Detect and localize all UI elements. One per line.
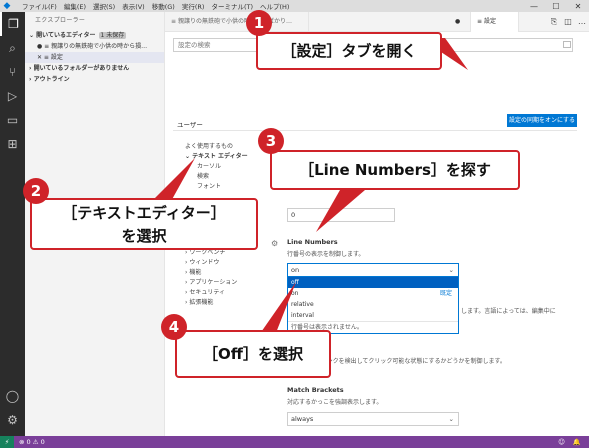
search-icon[interactable]: ⌕ (0, 36, 25, 60)
open-settings-json-icon[interactable]: ⎘ (547, 17, 561, 27)
account-icon[interactable]: ◯ (0, 384, 25, 408)
menu-terminal[interactable]: ターミナル(T) (211, 1, 253, 11)
open-editor-file1[interactable]: ● ≡ 親譲りの無鉄砲で小供の時から損… (25, 41, 164, 52)
chevron-down-icon: ⌄ (448, 415, 454, 423)
toc-item[interactable]: › 拡張機能 (185, 298, 248, 308)
close-button[interactable]: ✕ (567, 2, 589, 11)
setting-gear-icon[interactable]: ⚙ (271, 239, 278, 248)
outline-section[interactable]: › アウトライン (25, 74, 164, 85)
toc-item[interactable]: › アプリケーション (185, 278, 248, 288)
editor-tabs: ≡ 親譲りの無鉄砲で小供の時から損ばかり… ● ≡ 設定 ⎘ ◫ … (165, 11, 589, 32)
remote-explorer-icon[interactable]: ▭ (0, 108, 25, 132)
problems-count[interactable]: ⊗ 0 ⚠ 0 (14, 438, 45, 446)
run-debug-icon[interactable]: ▷ (0, 84, 25, 108)
split-editor-icon[interactable]: ◫ (561, 17, 575, 27)
tab-text-file[interactable]: ≡ 親譲りの無鉄砲で小供の時から損ばかり… (165, 11, 309, 32)
divider (173, 130, 577, 131)
line-numbers-description: 行番号の表示を制御します。 (287, 251, 365, 258)
annotation-number-2: 2 (23, 178, 49, 204)
vscode-logo-icon: ◆ (3, 1, 11, 11)
source-control-icon[interactable]: ⑂ (0, 60, 25, 84)
line-numbers-select[interactable]: on ⌄ (287, 263, 459, 277)
line-numbers-label: Line Numbers (287, 238, 338, 246)
toc-item[interactable]: 検索 (185, 172, 248, 182)
feedback-icon[interactable]: ☺ (558, 438, 565, 446)
annotation-number-1: 1 (246, 10, 272, 36)
sidebar-title: エクスプローラー (35, 17, 86, 24)
status-bar: ⚡ ⊗ 0 ⚠ 0 ☺ 🔔 (0, 436, 589, 448)
annotation-number-3: 3 (258, 128, 284, 154)
remote-indicator-icon[interactable]: ⚡ (0, 436, 14, 448)
menu-file[interactable]: ファイル(F) (22, 1, 57, 11)
line-numbers-dropdown-list: off on 既定 relative interval 行番号は表示されません。 (287, 276, 459, 334)
toc-item[interactable]: よく使用するもの (185, 142, 248, 152)
option-off[interactable]: off (288, 277, 458, 288)
option-on[interactable]: on (288, 288, 458, 299)
tab-settings[interactable]: ≡ 設定 (471, 11, 519, 32)
option-interval[interactable]: interval (288, 310, 458, 321)
more-actions-icon[interactable]: … (575, 17, 589, 27)
menu-go[interactable]: 移動(G) (152, 1, 175, 11)
match-brackets-select[interactable]: always ⌄ (287, 412, 459, 426)
toc-item[interactable]: カーソル (185, 162, 248, 172)
toc-item[interactable]: › ウィンドウ (185, 258, 248, 268)
menu-edit[interactable]: 編集(E) (64, 1, 86, 11)
chevron-down-icon: ⌄ (448, 266, 454, 274)
toc-item[interactable]: › 機能 (185, 268, 248, 278)
minimize-button[interactable]: — (523, 2, 545, 11)
number-setting-input[interactable]: 0 (287, 208, 395, 222)
annotation-select-text-editor: ［テキストエディター］ を選択 (30, 198, 258, 250)
annotation-select-off: ［Off］を選択 (175, 330, 331, 378)
setting-description-partial: します。言語によっては、編集中に (461, 308, 556, 315)
manage-gear-icon[interactable]: ⚙ (0, 408, 25, 432)
annotation-find-line-numbers: ［Line Numbers］を探す (270, 150, 520, 190)
toc-item[interactable]: › セキュリティ (185, 288, 248, 298)
menu-selection[interactable]: 選択(S) (93, 1, 115, 11)
clear-filter-icon[interactable] (563, 41, 571, 48)
activity-bar: ❐ ⌕ ⑂ ▷ ▭ ⊞ ◯ ⚙ (0, 12, 25, 436)
match-brackets-label: Match Brackets (287, 386, 344, 394)
option-relative[interactable]: relative (288, 299, 458, 310)
toc-text-editor[interactable]: ⌄ テキスト エディター (185, 152, 248, 162)
menu-help[interactable]: ヘルプ(H) (260, 1, 289, 11)
annotation-number-4: 4 (161, 314, 187, 340)
title-bar: ◆ ファイル(F) 編集(E) 選択(S) 表示(V) 移動(G) 実行(R) … (0, 0, 589, 12)
notifications-icon[interactable]: 🔔 (573, 438, 581, 446)
tab-dirty-indicator[interactable]: ● (309, 11, 471, 32)
open-editors-section[interactable]: ⌄ 開いているエディター 1 未保存 (25, 30, 164, 41)
unsaved-badge: 1 未保存 (98, 32, 127, 39)
settings-sync-button[interactable]: 設定の同期をオンにする (507, 114, 577, 127)
open-editor-settings[interactable]: ✕ ≡ 設定 (25, 52, 164, 63)
menu-run[interactable]: 実行(R) (182, 1, 205, 11)
menu-bar: ファイル(F) 編集(E) 選択(S) 表示(V) 移動(G) 実行(R) ター… (14, 1, 296, 11)
match-brackets-description: 対応するかっこを強調表示します。 (287, 399, 383, 406)
explorer-icon[interactable]: ❐ (0, 12, 25, 36)
default-badge: 既定 (439, 290, 452, 297)
annotation-open-settings: ［設定］タブを開く (256, 32, 442, 70)
menu-view[interactable]: 表示(V) (122, 1, 145, 11)
toc-item[interactable]: フォント (185, 182, 248, 192)
maximize-button[interactable]: ☐ (545, 2, 567, 11)
no-folder-section[interactable]: › 開いているフォルダーがありません (25, 63, 164, 74)
extensions-icon[interactable]: ⊞ (0, 132, 25, 156)
